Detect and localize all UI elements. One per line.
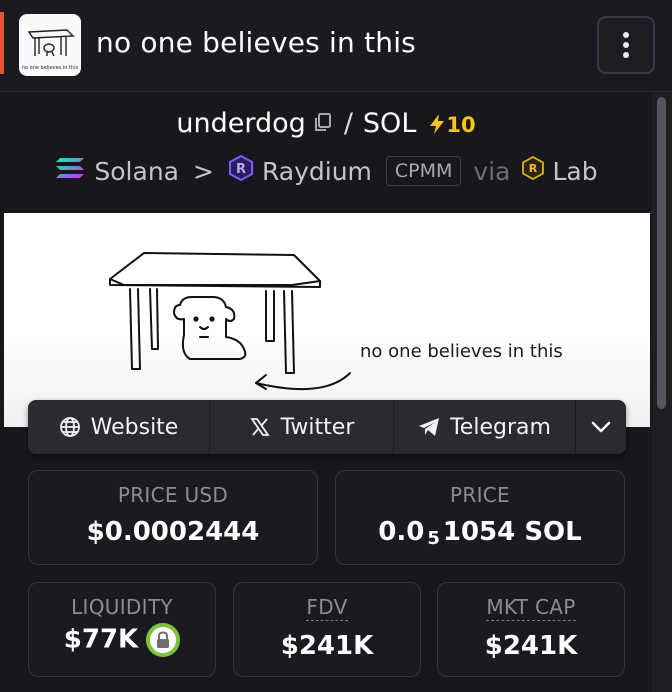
price-native-label: PRICE [450,483,510,507]
price-usd-card: PRICE USD $0.0002444 [28,470,318,565]
mkt-cap-card: MKT CAP $241K [437,582,625,677]
globe-icon [59,417,80,437]
solana-icon [54,156,86,186]
active-indicator [0,12,4,74]
quote-token-symbol: SOL [362,108,417,139]
header-bar: no one believes in this no one believes … [0,0,672,92]
more-menu-button[interactable] [597,16,655,74]
dex-link[interactable]: Raydium [262,157,372,186]
pair-title: underdog / SOL 10 [0,108,652,140]
fdv-label[interactable]: FDV [306,595,348,621]
dog-under-table-illustration [109,252,351,391]
twitter-button[interactable]: Twitter [210,400,394,454]
chain-link[interactable]: Solana [94,157,179,186]
telegram-icon [419,418,440,436]
liquidity-card: LIQUIDITY $77K [28,582,216,677]
fdv-card: FDV $241K [233,582,421,677]
svg-text:R: R [236,162,246,177]
header-title: no one believes in this [96,26,416,59]
more-links-button[interactable] [576,400,626,454]
twitter-label: Twitter [280,414,355,440]
price-native-value: 0.0 5 1054 SOL [378,517,582,549]
liquidity-value: $77K [63,624,139,655]
mkt-cap-label[interactable]: MKT CAP [486,595,576,621]
boost-count: 10 [446,113,476,137]
pool-type-badge: CPMM [385,156,462,186]
more-vertical-icon [623,32,629,38]
website-label: Website [90,414,179,440]
x-icon [249,418,270,436]
price-usd-value: $0.0002444 [86,517,260,547]
telegram-button[interactable]: Telegram [394,400,576,454]
liquidity-label: LIQUIDITY [71,595,173,619]
pair-separator: / [343,108,353,139]
price-usd-label: PRICE USD [117,483,229,507]
price-zero-count: 5 [427,528,440,549]
scrollbar[interactable] [652,93,672,692]
liquidity-lock-badge[interactable] [146,623,181,657]
lock-icon [157,631,170,648]
lightning-icon [430,114,445,134]
lab-icon: R [522,155,545,186]
logo-caption: no one believes in this [22,65,79,71]
launchpad-link[interactable]: Lab [552,157,597,186]
breadcrumb-separator: > [193,156,214,186]
chain-breadcrumb: Solana > R Raydium CPMM via R Lab [0,154,652,188]
price-native-card: PRICE 0.0 5 1054 SOL [335,470,625,565]
via-label: via [473,156,511,186]
social-links-bar: Website Twitter Telegram [28,400,626,454]
website-button[interactable]: Website [28,400,210,454]
chevron-down-icon [591,421,611,433]
fdv-value: $241K [280,631,374,661]
telegram-label: Telegram [450,414,551,440]
liquidity-value-row: $77K [29,623,215,657]
scrollbar-thumb[interactable] [657,97,666,409]
svg-text:R: R [529,162,538,175]
base-token-symbol: underdog [176,108,306,139]
boost-badge[interactable]: 10 [428,113,476,137]
copy-icon[interactable] [312,109,334,140]
price-native-unit: SOL [524,517,582,547]
token-banner: no one believes in this [4,213,650,427]
banner-caption: no one believes in this [360,341,563,362]
token-logo: no one believes in this [19,14,81,76]
mkt-cap-value: $241K [484,631,578,661]
raydium-icon: R [228,154,254,188]
